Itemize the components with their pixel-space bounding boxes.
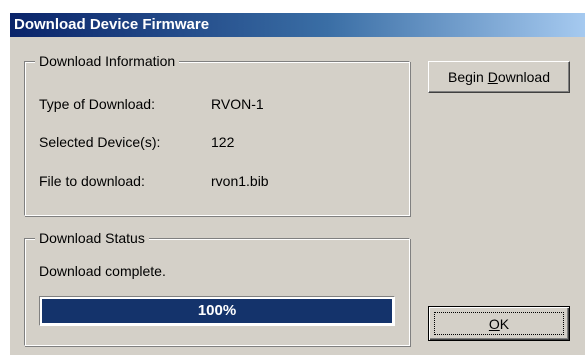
download-status-group: Download Status Download complete. 100% <box>24 229 410 346</box>
selected-devices-value: 122 <box>211 134 235 150</box>
begin-download-label: Begin Download <box>448 69 550 85</box>
download-information-group: Download Information Type of Download: R… <box>24 52 410 216</box>
selected-devices-label: Selected Device(s): <box>39 134 161 150</box>
download-status-legend: Download Status <box>35 229 149 247</box>
type-of-download-label: Type of Download: <box>39 96 155 112</box>
download-information-legend: Download Information <box>35 52 180 70</box>
file-to-download-value: rvon1.bib <box>211 173 269 189</box>
download-progress-bar: 100% <box>39 296 395 326</box>
download-firmware-dialog: Download Device Firmware Download Inform… <box>9 12 585 355</box>
title-bar[interactable]: Download Device Firmware <box>10 13 585 37</box>
download-status-message: Download complete. <box>39 263 166 279</box>
ok-button[interactable]: OK <box>428 306 570 341</box>
begin-download-button[interactable]: Begin Download <box>428 61 570 93</box>
ok-label: OK <box>488 315 510 332</box>
progress-percent-label: 100% <box>197 302 237 319</box>
window-title: Download Device Firmware <box>14 16 210 33</box>
type-of-download-value: RVON-1 <box>211 96 264 112</box>
file-to-download-label: File to download: <box>39 173 145 189</box>
